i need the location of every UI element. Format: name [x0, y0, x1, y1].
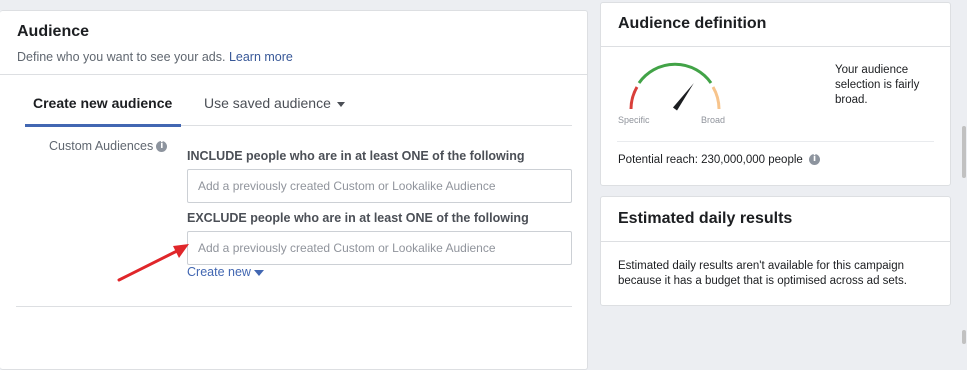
- audience-tabs: Create new audience Use saved audience: [25, 92, 572, 127]
- create-new-button[interactable]: Create new: [187, 265, 264, 279]
- caret-down-icon: [253, 269, 264, 276]
- daily-header-divider: [601, 241, 950, 242]
- audience-header: Audience Define who you want to see your…: [17, 23, 293, 64]
- custom-audiences-text: Custom Audiences: [49, 139, 154, 153]
- audience-definition-card: Audience definition Specific Broad Your …: [600, 2, 951, 186]
- info-icon[interactable]: i: [156, 141, 168, 153]
- potential-reach: Potential reach: 230,000,000 people i: [618, 154, 820, 166]
- gauge-specific-label: Specific: [618, 115, 650, 125]
- potential-reach-text: Potential reach: 230,000,000 people: [618, 154, 803, 166]
- custom-audiences-label: Custom Audiences i: [49, 139, 168, 153]
- gauge-arc-red: [629, 86, 639, 110]
- create-new-label: Create new: [187, 265, 251, 279]
- gauge-needle: [672, 83, 694, 111]
- caret-down-icon: [336, 101, 345, 107]
- scrollbar-thumb-lower[interactable]: [962, 330, 966, 344]
- tab-create-new-label: Create new audience: [33, 95, 173, 111]
- tab-use-saved-label: Use saved audience: [204, 95, 331, 111]
- audience-subtitle: Define who you want to see your ads. Lea…: [17, 50, 293, 64]
- tab-use-saved-audience[interactable]: Use saved audience: [204, 95, 345, 111]
- gauge-broad-label: Broad: [701, 115, 726, 125]
- scrollbar-thumb[interactable]: [962, 126, 966, 178]
- daily-results-title: Estimated daily results: [618, 210, 793, 227]
- annotation-arrow-icon: [117, 244, 189, 282]
- include-title: INCLUDE people who are in at least ONE o…: [187, 149, 525, 163]
- learn-more-link[interactable]: Learn more: [229, 50, 293, 64]
- gauge-arc-orange: [711, 86, 721, 110]
- include-audience-input[interactable]: [187, 169, 572, 203]
- daily-results-message: Estimated daily results aren't available…: [618, 260, 907, 287]
- section-divider: [16, 306, 572, 307]
- audience-subtitle-text: Define who you want to see your ads.: [17, 50, 226, 64]
- definition-header-divider: [601, 46, 950, 47]
- audience-description: Your audience selection is fairly broad.: [835, 64, 920, 106]
- exclude-title: EXCLUDE people who are in at least ONE o…: [187, 211, 529, 225]
- definition-divider: [617, 141, 934, 142]
- gauge-arc-green: [637, 62, 713, 84]
- header-divider: [0, 74, 587, 75]
- audience-title: Audience: [17, 23, 90, 40]
- estimated-daily-results-card: Estimated daily results Estimated daily …: [600, 196, 951, 306]
- definition-title: Audience definition: [618, 15, 767, 32]
- info-icon[interactable]: i: [809, 154, 820, 166]
- exclude-audience-input[interactable]: [187, 231, 572, 265]
- audience-gauge: [629, 62, 721, 111]
- tab-create-new-audience[interactable]: Create new audience: [25, 95, 182, 127]
